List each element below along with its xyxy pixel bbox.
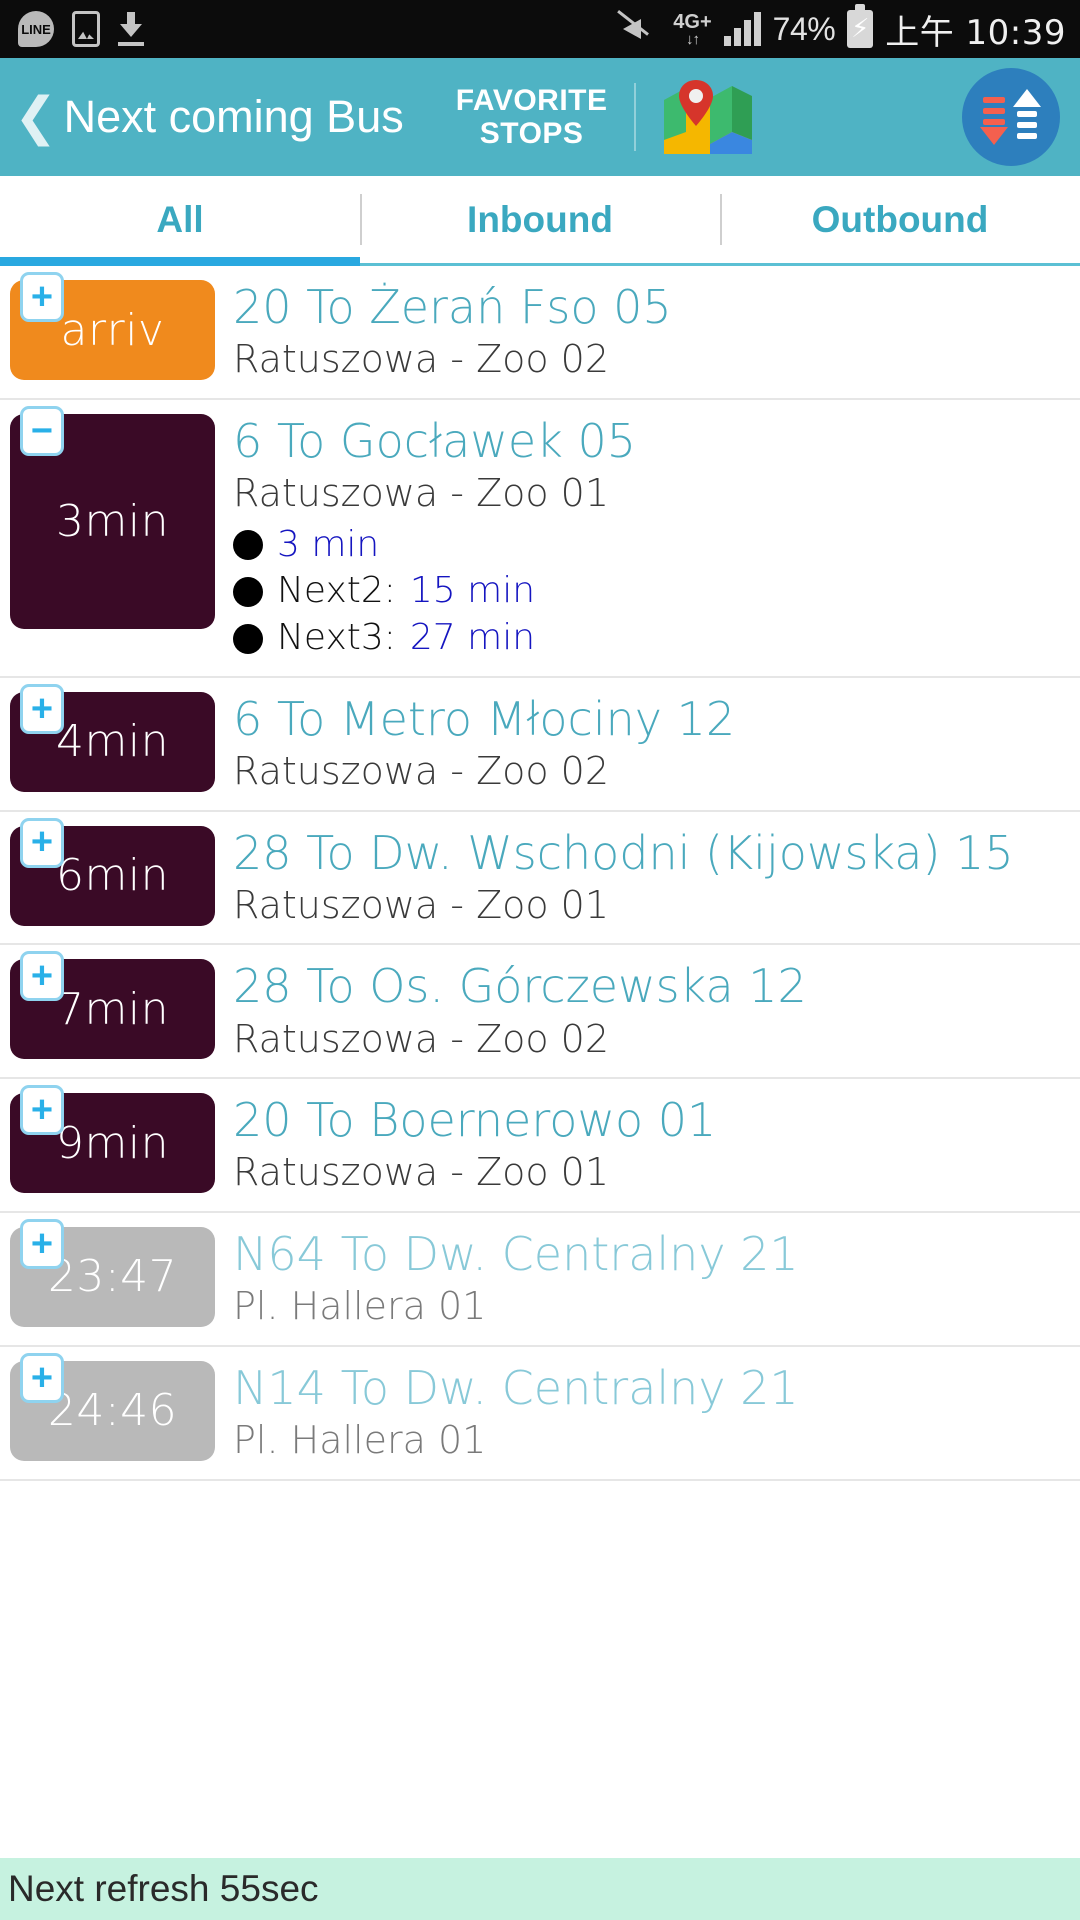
route-destination-label: 6 To Metro Młociny 12: [233, 691, 736, 746]
bus-arrival-list: + arriv 20 To Żerań Fso 05 Ratuszowa - Zoo …: [0, 266, 1080, 1481]
status-bar-right-icons: 4G+ ↓↑ 74% ⚡ 上午 10:39: [617, 4, 1066, 54]
route-destination-label: 20 To Boernerowo 01: [233, 1093, 717, 1148]
sort-updown-icon: [980, 89, 1041, 145]
arrival-time-badge[interactable]: +23:47: [10, 1218, 215, 1327]
data-arrows-icon: ↓↑: [685, 30, 700, 48]
map-icon[interactable]: [662, 78, 754, 156]
route-info: 6 To Gocławek 05 Ratuszowa - Zoo 01 3 min N…: [215, 414, 1080, 662]
favorite-stops-label-line1: FAVORITE: [455, 84, 608, 117]
badge-time-label: arriv: [60, 304, 165, 356]
table-row[interactable]: +23:47 N64 To Dw. Centralny 21 Pl. Hallera…: [0, 1213, 1080, 1347]
route-destination-label: 28 To Os. Górczewska 12: [233, 959, 807, 1014]
table-row[interactable]: − 3min 6 To Gocławek 05 Ratuszowa - Zoo 01 3…: [0, 400, 1080, 678]
next-departure-value: 27 min: [409, 617, 536, 659]
tab-outbound[interactable]: Outbound: [720, 176, 1080, 263]
gallery-icon: [72, 11, 100, 47]
next-departure-label: Next2:: [277, 570, 396, 612]
route-info: 28 To Os. Górczewska 12 Ratuszowa - Zoo 0…: [215, 959, 1080, 1063]
arrival-time-badge[interactable]: +24:46: [10, 1352, 215, 1461]
stop-name-label: Ratuszowa - Zoo 02: [233, 337, 610, 382]
arrival-time-badge[interactable]: +6min: [10, 817, 215, 926]
route-destination-label: 20 To Żerań Fso 05: [233, 280, 672, 334]
badge-time-label: 23:47: [47, 1251, 178, 1303]
stop-name-label: Ratuszowa - Zoo 02: [233, 749, 610, 794]
network-type-label: 4G+: [673, 10, 712, 33]
expand-plus-icon[interactable]: +: [20, 1218, 64, 1269]
expand-plus-icon[interactable]: +: [20, 1352, 64, 1403]
tab-all[interactable]: All: [0, 176, 360, 266]
back-icon[interactable]: ❮: [14, 91, 58, 143]
arrival-time-badge[interactable]: +7min: [10, 951, 215, 1060]
favorite-stops-button[interactable]: FAVORITE STOPS: [456, 84, 608, 150]
stop-name-label: Ratuszowa - Zoo 02: [233, 1016, 610, 1061]
table-row[interactable]: +6min 28 To Dw. Wschodni (Kijowska) 15 Rat…: [0, 812, 1080, 946]
route-info: 20 To Żerań Fso 05 Ratuszowa - Zoo 02: [215, 280, 1080, 384]
download-icon: [118, 12, 144, 46]
route-info: 28 To Dw. Wschodni (Kijowska) 15 Ratuszow…: [215, 826, 1080, 930]
route-info: 20 To Boernerowo 01 Ratuszowa - Zoo 01: [215, 1093, 1080, 1197]
expand-plus-icon[interactable]: +: [20, 817, 64, 868]
direction-tabs: All Inbound Outbound: [0, 176, 1080, 266]
stop-name-label: Ratuszowa - Zoo 01: [233, 1150, 610, 1195]
route-destination-label: 6 To Gocławek 05: [233, 413, 636, 468]
tab-inbound[interactable]: Inbound: [360, 176, 720, 263]
badge-time-label: 6min: [56, 850, 169, 902]
sort-toggle-button[interactable]: [962, 68, 1060, 166]
bullet-dot-icon: [233, 576, 263, 607]
mute-icon: [617, 10, 661, 46]
next-departures-list: 3 min Next2: 15 min Next3: 27 min: [233, 522, 1070, 662]
bullet-dot-icon: [233, 623, 263, 654]
badge-time-label: 7min: [56, 983, 169, 1035]
table-row[interactable]: + arriv 20 To Żerań Fso 05 Ratuszowa - Zoo …: [0, 266, 1080, 400]
list-item: Next2: 15 min: [233, 568, 1070, 615]
signal-icon: [723, 12, 761, 46]
route-destination-label: 28 To Dw. Wschodni (Kijowska) 15: [233, 825, 1014, 880]
stop-name-label: Pl. Hallera 01: [233, 1284, 487, 1329]
appbar-divider: [633, 83, 636, 151]
badge-time-label: 24:46: [47, 1385, 178, 1437]
expand-plus-icon[interactable]: +: [20, 683, 64, 734]
stop-name-label: Ratuszowa - Zoo 01: [233, 882, 610, 927]
table-row[interactable]: +24:46 N14 To Dw. Centralny 21 Pl. Hallera…: [0, 1347, 1080, 1481]
route-info: N64 To Dw. Centralny 21 Pl. Hallera 01: [215, 1227, 1080, 1331]
app-bar: ❮ Next coming Bus FAVORITE STOPS: [0, 58, 1080, 176]
battery-percent-label: 74%: [772, 10, 836, 47]
route-destination-label: N64 To Dw. Centralny 21: [233, 1226, 799, 1281]
badge-time-label: 9min: [56, 1117, 169, 1169]
status-bar-left-icons: LINE: [18, 11, 144, 47]
expand-plus-icon[interactable]: +: [20, 272, 64, 322]
stop-name-label: Pl. Hallera 01: [233, 1418, 487, 1463]
bullet-dot-icon: [233, 529, 263, 560]
list-item: 3 min: [233, 522, 1070, 569]
table-row[interactable]: +4min 6 To Metro Młociny 12 Ratuszowa - Zo…: [0, 678, 1080, 812]
table-row[interactable]: +7min 28 To Os. Górczewska 12 Ratuszowa - …: [0, 945, 1080, 1080]
expand-plus-icon[interactable]: +: [20, 1085, 64, 1136]
stop-name-label: Ratuszowa - Zoo 01: [233, 471, 610, 516]
line-icon: LINE: [18, 11, 54, 47]
expand-plus-icon[interactable]: +: [20, 951, 64, 1002]
collapse-minus-icon[interactable]: −: [20, 405, 64, 456]
arrival-time-badge[interactable]: − 3min: [10, 405, 215, 629]
table-row[interactable]: +9min 20 To Boernerowo 01 Ratuszowa - Zoo …: [0, 1079, 1080, 1213]
next-refresh-label: Next refresh 55sec: [8, 1868, 319, 1909]
status-bar-clock: 上午 10:39: [885, 12, 1066, 53]
next-departure-value: 3 min: [277, 523, 380, 565]
badge-time-label: 3min: [56, 495, 169, 547]
route-info: N14 To Dw. Centralny 21 Pl. Hallera 01: [215, 1361, 1080, 1465]
favorite-stops-label-line2: STOPS: [479, 117, 584, 150]
battery-charging-icon: ⚡: [847, 4, 874, 48]
route-info: 6 To Metro Młociny 12 Ratuszowa - Zoo 02: [215, 692, 1080, 796]
page-title: Next coming Bus: [63, 91, 404, 142]
badge-time-label: 4min: [56, 716, 169, 768]
arrival-time-badge[interactable]: + arriv: [10, 272, 215, 380]
network-type-icon: 4G+ ↓↑: [673, 12, 711, 47]
next-departure-label: Next3:: [277, 617, 396, 659]
refresh-status-bar: Next refresh 55sec: [0, 1858, 1080, 1920]
route-destination-label: N14 To Dw. Centralny 21: [233, 1360, 799, 1415]
list-item: Next3: 27 min: [233, 615, 1070, 662]
arrival-time-badge[interactable]: +4min: [10, 683, 215, 792]
android-status-bar: LINE 4G+ ↓↑ 74% ⚡ 上午 10:39: [0, 0, 1080, 58]
arrival-time-badge[interactable]: +9min: [10, 1085, 215, 1194]
next-departure-value: 15 min: [409, 570, 536, 612]
